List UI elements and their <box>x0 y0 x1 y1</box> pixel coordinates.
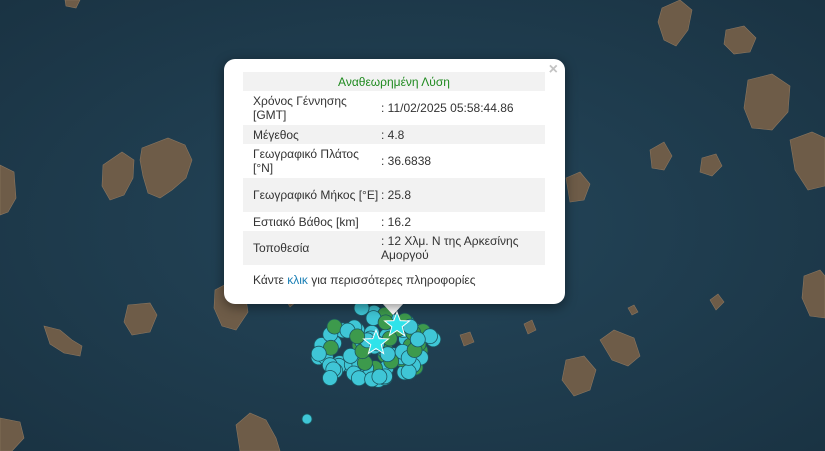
more-info-text: Κάντε κλικ για περισσότερες πληροφορίες <box>253 273 476 287</box>
row-value: : 16.2 <box>381 214 412 229</box>
row-value: : 25.8 <box>381 178 545 212</box>
row-label: Μέγεθος <box>243 125 381 144</box>
earthquake-popup: × Αναθεωρημένη Λύση Χρόνος Γέννησης [GMT… <box>224 59 565 304</box>
row-label: Τοποθεσία <box>243 231 381 265</box>
earthquake-marker[interactable] <box>371 368 388 385</box>
info-row: Χρόνος Γέννησης [GMT] : 11/02/2025 05:58… <box>243 91 545 125</box>
row-value: : 36.6838 <box>381 154 432 168</box>
more-info-link[interactable]: κλικ <box>287 273 308 287</box>
info-row: Μέγεθος : 4.8 <box>243 125 545 144</box>
info-row: Γεωγραφικό Μήκος [°E] : 25.8 <box>243 178 545 212</box>
info-row: Τοποθεσία : 12 Χλμ. Ν της Αρκεσίνης Αμορ… <box>243 231 545 265</box>
earthquake-marker[interactable] <box>350 370 367 387</box>
row-label: Γεωγραφικό Μήκος [°E] <box>243 178 381 212</box>
row-label: Χρόνος Γέννησης [GMT] <box>253 94 347 122</box>
earthquake-marker[interactable] <box>400 363 417 380</box>
row-label: Γεωγραφικό Πλάτος [°N] <box>253 147 359 175</box>
earthquake-marker[interactable] <box>326 318 343 335</box>
more-suffix: για περισσότερες πληροφορίες <box>307 273 476 287</box>
earthquake-marker[interactable] <box>349 328 366 345</box>
info-table: Αναθεωρημένη Λύση Χρόνος Γέννησης [GMT] … <box>243 72 545 265</box>
row-label: Εστιακό Βάθος [km] <box>253 214 359 229</box>
row-value: : 12 Χλμ. Ν της Αρκεσίνης Αμοργού <box>381 231 545 265</box>
popup-pointer <box>382 303 404 315</box>
earthquake-marker[interactable] <box>310 345 327 362</box>
info-row: Εστιακό Βάθος [km] : 16.2 <box>243 212 545 231</box>
row-value: : 4.8 <box>381 125 545 144</box>
more-prefix: Κάντε <box>253 273 288 287</box>
close-icon[interactable]: × <box>549 62 558 78</box>
popup-title-row: Αναθεωρημένη Λύση <box>243 72 545 91</box>
earthquake-marker[interactable] <box>322 370 338 386</box>
info-row: Γεωγραφικό Πλάτος [°N] : 36.6838 <box>243 144 545 178</box>
row-value: : 11/02/2025 05:58:44.86 <box>381 101 514 115</box>
earthquake-marker[interactable] <box>301 413 313 425</box>
earthquake-marker[interactable] <box>409 331 426 348</box>
popup-title: Αναθεωρημένη Λύση <box>243 72 545 91</box>
